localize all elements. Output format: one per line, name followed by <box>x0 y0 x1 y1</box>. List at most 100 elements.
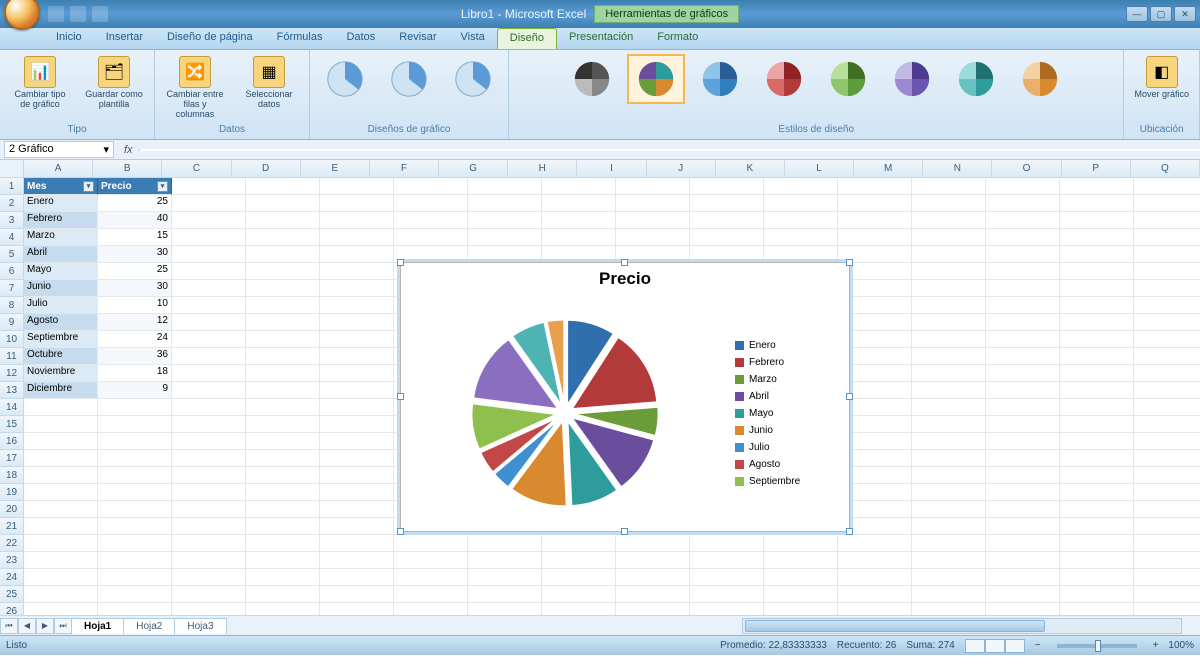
cell[interactable] <box>986 586 1060 603</box>
cell[interactable] <box>912 229 986 246</box>
cell[interactable] <box>1060 212 1134 229</box>
resize-handle[interactable] <box>846 393 853 400</box>
cell[interactable] <box>246 586 320 603</box>
cell[interactable] <box>394 195 468 212</box>
cell[interactable] <box>172 331 246 348</box>
cell[interactable] <box>912 433 986 450</box>
cell[interactable] <box>542 195 616 212</box>
cell[interactable] <box>1060 586 1134 603</box>
view-page-layout-button[interactable] <box>985 639 1005 653</box>
cell[interactable] <box>1060 603 1134 615</box>
resize-handle[interactable] <box>621 259 628 266</box>
column-header[interactable]: Q <box>1131 160 1200 178</box>
cell[interactable] <box>1134 365 1200 382</box>
column-header[interactable]: O <box>992 160 1061 178</box>
cell[interactable] <box>1134 450 1200 467</box>
row-header[interactable]: 14 <box>0 399 24 416</box>
column-header[interactable]: P <box>1062 160 1131 178</box>
row-header[interactable]: 7 <box>0 280 24 297</box>
cell[interactable] <box>1060 382 1134 399</box>
cell[interactable] <box>246 467 320 484</box>
cell[interactable] <box>986 178 1060 195</box>
cell[interactable] <box>616 569 690 586</box>
legend-item[interactable]: Agosto <box>735 459 843 470</box>
resize-handle[interactable] <box>397 259 404 266</box>
cell[interactable] <box>98 416 172 433</box>
cell[interactable] <box>24 535 98 552</box>
cell[interactable] <box>986 314 1060 331</box>
minimize-button[interactable]: — <box>1126 6 1148 22</box>
cell[interactable] <box>1134 535 1200 552</box>
cell[interactable]: 15 <box>98 229 172 246</box>
cell[interactable] <box>616 535 690 552</box>
cell[interactable] <box>172 195 246 212</box>
column-header[interactable]: D <box>232 160 301 178</box>
row-header[interactable]: 9 <box>0 314 24 331</box>
qat-undo-icon[interactable] <box>70 6 86 22</box>
switch-row-col-button[interactable]: 🔀 Cambiar entre filas y columnas <box>161 54 229 122</box>
cell[interactable]: Septiembre <box>24 331 98 348</box>
cell[interactable] <box>1060 484 1134 501</box>
cell[interactable] <box>24 569 98 586</box>
cell[interactable] <box>1134 229 1200 246</box>
cell[interactable] <box>1060 178 1134 195</box>
qat-redo-icon[interactable] <box>92 6 108 22</box>
fx-icon[interactable]: fx <box>118 144 139 156</box>
cell[interactable]: 18 <box>98 365 172 382</box>
cell[interactable] <box>912 535 986 552</box>
cell[interactable]: 30 <box>98 280 172 297</box>
cell[interactable] <box>1134 195 1200 212</box>
cell[interactable] <box>320 382 394 399</box>
cell[interactable] <box>172 314 246 331</box>
sheet-tab[interactable]: Hoja3 <box>174 618 226 634</box>
cell[interactable] <box>912 416 986 433</box>
row-header[interactable]: 23 <box>0 552 24 569</box>
cell[interactable] <box>1060 331 1134 348</box>
cell[interactable] <box>838 586 912 603</box>
cell[interactable]: Agosto <box>24 314 98 331</box>
formula-input[interactable] <box>139 149 1200 151</box>
row-header[interactable]: 19 <box>0 484 24 501</box>
cell[interactable] <box>1060 280 1134 297</box>
cell[interactable] <box>690 586 764 603</box>
cell[interactable] <box>616 552 690 569</box>
cell[interactable]: 30 <box>98 246 172 263</box>
cell[interactable] <box>246 263 320 280</box>
cell[interactable]: Octubre <box>24 348 98 365</box>
column-header[interactable]: E <box>301 160 370 178</box>
cell[interactable] <box>764 552 838 569</box>
cell[interactable] <box>172 280 246 297</box>
cell[interactable]: Abril <box>24 246 98 263</box>
select-all-corner[interactable] <box>0 160 24 178</box>
cell[interactable] <box>394 535 468 552</box>
row-header[interactable]: 15 <box>0 416 24 433</box>
cell[interactable] <box>468 586 542 603</box>
cell[interactable] <box>986 450 1060 467</box>
cell[interactable] <box>690 552 764 569</box>
cell[interactable] <box>24 603 98 615</box>
cell[interactable] <box>764 535 838 552</box>
cell[interactable] <box>320 246 394 263</box>
zoom-level[interactable]: 100% <box>1168 640 1194 651</box>
cell[interactable] <box>24 467 98 484</box>
table-header-cell[interactable]: Precio▾ <box>98 178 172 195</box>
maximize-button[interactable]: ▢ <box>1150 6 1172 22</box>
cell[interactable] <box>24 501 98 518</box>
zoom-thumb[interactable] <box>1095 640 1101 652</box>
filter-icon[interactable]: ▾ <box>83 181 94 192</box>
scrollbar-thumb[interactable] <box>745 620 1045 632</box>
cell[interactable] <box>1060 518 1134 535</box>
cell[interactable] <box>246 348 320 365</box>
chart-style-thumb[interactable] <box>819 54 877 104</box>
cell[interactable] <box>764 178 838 195</box>
cell[interactable] <box>468 178 542 195</box>
cell[interactable] <box>320 416 394 433</box>
cell[interactable] <box>172 263 246 280</box>
row-header[interactable]: 12 <box>0 365 24 382</box>
cell[interactable] <box>246 382 320 399</box>
cell[interactable] <box>1060 348 1134 365</box>
cell[interactable] <box>912 467 986 484</box>
cell[interactable] <box>468 212 542 229</box>
cell[interactable] <box>912 399 986 416</box>
ribbon-tab-fórmulas[interactable]: Fórmulas <box>265 28 335 49</box>
